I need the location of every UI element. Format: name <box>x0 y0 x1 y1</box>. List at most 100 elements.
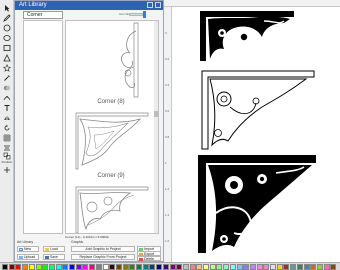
grid-tool-icon[interactable] <box>2 133 11 142</box>
color-swatch[interactable] <box>270 264 276 270</box>
icon-size-slider[interactable] <box>129 13 143 16</box>
color-swatch[interactable] <box>196 264 203 270</box>
pencil-tool-icon[interactable] <box>2 13 11 22</box>
category-dropdown[interactable]: Corner <box>23 11 63 19</box>
color-swatch[interactable] <box>102 264 109 270</box>
ruler-mark: 0.6 <box>165 109 170 113</box>
eyedropper-tool-icon[interactable] <box>2 73 11 82</box>
ruler-mark: 0.8 <box>165 135 170 139</box>
color-swatch[interactable] <box>136 264 142 270</box>
color-swatch[interactable] <box>55 264 62 270</box>
ruler-mark: 0 <box>165 31 167 35</box>
rotate-tool-icon[interactable] <box>2 123 11 132</box>
ellipse-tool-icon[interactable] <box>2 33 11 42</box>
color-swatch[interactable] <box>283 264 290 270</box>
color-swatch[interactable] <box>209 264 216 270</box>
color-swatch[interactable] <box>129 264 136 270</box>
color-swatch[interactable] <box>115 264 122 270</box>
color-swatch[interactable] <box>330 264 337 270</box>
circle-tool-icon[interactable] <box>2 23 11 32</box>
color-swatch[interactable] <box>303 264 310 270</box>
pointer-tool-icon[interactable] <box>2 3 11 12</box>
ruler-mark: 0.4 <box>165 83 170 87</box>
replace-graphic-button[interactable]: Replace Graphic From Project <box>71 254 135 260</box>
color-swatch[interactable] <box>263 264 270 270</box>
ruler-mark: 1.6 <box>165 239 170 243</box>
position-icon[interactable] <box>2 165 11 174</box>
color-swatch[interactable] <box>82 264 89 270</box>
color-swatch[interactable] <box>243 264 250 270</box>
color-swatch[interactable] <box>35 264 42 270</box>
triangle-tool-icon[interactable] <box>2 53 11 62</box>
color-swatch[interactable] <box>62 264 69 270</box>
color-swatch[interactable] <box>89 264 96 270</box>
color-swatch[interactable] <box>290 264 297 270</box>
save-button[interactable]: Save <box>43 254 65 260</box>
close-button[interactable] <box>155 2 161 8</box>
color-swatch[interactable] <box>42 264 49 270</box>
load-button[interactable]: Load <box>43 246 65 252</box>
new-button[interactable]: New <box>17 246 39 252</box>
ornate-bracket-graphic[interactable] <box>198 155 316 253</box>
icon-size-slider-thumb[interactable] <box>143 11 146 18</box>
text-tool-icon[interactable] <box>2 103 11 112</box>
color-swatch[interactable] <box>236 264 243 270</box>
color-swatch[interactable] <box>48 264 55 270</box>
color-swatch[interactable] <box>156 264 163 270</box>
add-graphic-button[interactable]: Add Graphic to Project <box>71 246 135 252</box>
graphic-thumbnail-corner-7[interactable] <box>68 21 154 99</box>
upload-button-label: Upload <box>24 255 36 259</box>
window-title-bar[interactable]: Art Library <box>15 1 163 10</box>
color-swatch[interactable] <box>189 264 196 270</box>
scroll-bracket-graphic[interactable] <box>200 11 294 61</box>
color-swatch[interactable] <box>169 264 176 270</box>
color-swatch[interactable] <box>142 264 149 270</box>
folder-icon <box>45 247 49 251</box>
grid-scrollbar[interactable] <box>154 21 158 233</box>
mirror-tool-icon[interactable] <box>2 113 11 122</box>
color-swatch[interactable] <box>249 264 256 270</box>
replace-graphic-button-label: Replace Graphic From Project <box>79 255 127 259</box>
color-swatch[interactable] <box>203 264 209 270</box>
left-ruler: 0 0.2 0.4 0.6 0.8 1 1.2 1.4 1.6 <box>164 7 172 262</box>
weld-tool-icon[interactable] <box>2 83 11 92</box>
design-canvas[interactable]: 0 0.2 0.4 0.6 0.8 1 1.2 1.4 1.6 <box>164 0 340 262</box>
color-swatch[interactable] <box>296 264 303 270</box>
delete-button[interactable]: Delete <box>137 256 161 261</box>
color-swatch[interactable] <box>316 264 323 270</box>
color-swatch[interactable] <box>149 264 156 270</box>
scrollbar-thumb[interactable] <box>154 111 158 117</box>
color-swatch[interactable] <box>323 264 330 270</box>
color-swatch[interactable] <box>69 264 75 270</box>
star-tool-icon[interactable] <box>2 63 11 72</box>
color-swatch[interactable] <box>28 264 35 270</box>
color-swatch[interactable] <box>122 264 129 270</box>
color-swatch[interactable] <box>95 264 102 270</box>
minimize-button[interactable] <box>147 2 153 8</box>
node-tool-icon[interactable] <box>2 93 11 102</box>
graphic-thumbnail-corner-8[interactable] <box>68 109 154 173</box>
graphic-thumbnail-corner-9[interactable] <box>68 181 154 233</box>
color-swatch[interactable] <box>8 264 15 270</box>
group-tool-icon[interactable] <box>2 151 11 160</box>
color-swatch[interactable] <box>216 264 223 270</box>
outline-bracket-graphic[interactable] <box>201 70 315 150</box>
category-list[interactable] <box>23 20 63 234</box>
color-swatch[interactable] <box>162 264 169 270</box>
color-swatch[interactable] <box>22 264 29 270</box>
color-swatch[interactable] <box>223 264 230 270</box>
color-swatch[interactable] <box>75 264 82 270</box>
upload-button[interactable]: Upload <box>17 254 39 260</box>
graphics-grid[interactable]: Corner (8) Corner (9) <box>65 20 159 234</box>
color-swatch[interactable] <box>310 264 317 270</box>
color-swatch[interactable] <box>256 264 263 270</box>
color-swatch[interactable] <box>229 264 236 270</box>
save-icon <box>45 255 49 259</box>
color-swatch[interactable] <box>2 264 8 270</box>
color-swatch[interactable] <box>15 264 22 270</box>
rectangle-tool-icon[interactable] <box>2 43 11 52</box>
color-swatch[interactable] <box>276 264 283 270</box>
color-swatch[interactable] <box>109 264 116 270</box>
color-swatch[interactable] <box>176 264 183 270</box>
color-swatch[interactable] <box>182 264 189 270</box>
